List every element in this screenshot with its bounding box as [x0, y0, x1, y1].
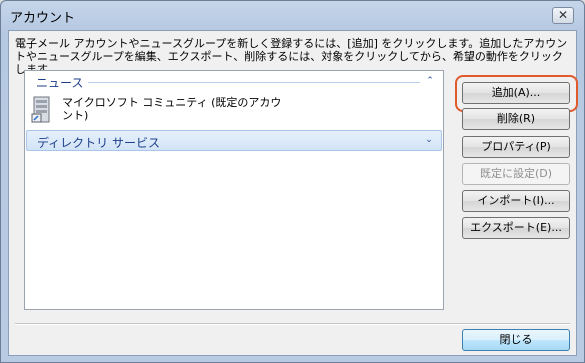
account-label: マイクロソフト コミュニティ (既定のアカウント): [62, 96, 282, 122]
set-default-button[interactable]: 既定に設定(D): [462, 163, 570, 185]
accounts-list[interactable]: ニュース ⌃ マイクロソフト コミュニティ (既定のアカウント) ディレクトリ …: [24, 70, 444, 310]
add-button[interactable]: 追加(A)...: [462, 82, 570, 104]
group-label-directory: ディレクトリ サービス: [37, 136, 160, 150]
export-button[interactable]: エクスポート(E)...: [462, 217, 570, 239]
group-label-news: ニュース: [36, 76, 84, 90]
server-icon: [31, 96, 50, 123]
chevron-down-icon[interactable]: ⌄: [423, 134, 435, 146]
footer-divider: [15, 323, 570, 325]
group-header-news[interactable]: ニュース ⌃: [26, 72, 442, 92]
list-item[interactable]: マイクロソフト コミュニティ (既定のアカウント): [31, 94, 291, 128]
window-title: アカウント: [10, 11, 76, 26]
properties-button[interactable]: プロパティ(P): [462, 136, 570, 158]
import-button[interactable]: インポート(I)...: [462, 190, 570, 212]
title-bar[interactable]: アカウント ✕: [1, 1, 584, 30]
close-icon[interactable]: ✕: [552, 7, 574, 24]
group-divider: [88, 82, 420, 83]
dialog-client: 電子メール アカウントやニュースグループを新しく登録するには、[追加] をクリッ…: [8, 30, 578, 356]
chevron-up-icon[interactable]: ⌃: [424, 75, 436, 87]
delete-button[interactable]: 削除(R): [462, 108, 570, 130]
group-header-directory[interactable]: ディレクトリ サービス ⌄: [26, 130, 442, 151]
accounts-dialog: アカウント ✕ 電子メール アカウントやニュースグループを新しく登録するには、[…: [0, 0, 585, 363]
close-button[interactable]: 閉じる: [462, 329, 570, 351]
